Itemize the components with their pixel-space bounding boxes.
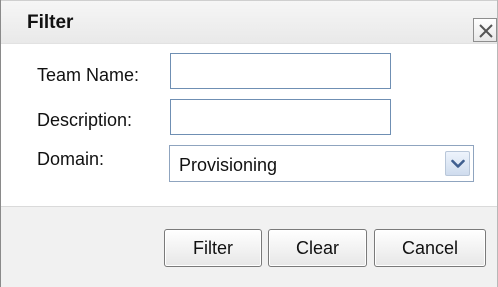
- dialog-title: Filter: [27, 12, 74, 33]
- domain-label: Domain:: [37, 149, 105, 169]
- description-input[interactable]: [170, 99, 391, 135]
- filter-dialog: Filter Team Name: Description: Domain: P…: [0, 0, 498, 287]
- filter-button[interactable]: Filter: [164, 229, 262, 267]
- clear-button[interactable]: Clear: [268, 229, 367, 267]
- close-button[interactable]: [473, 18, 497, 42]
- close-icon: [479, 24, 493, 38]
- domain-dropdown-button[interactable]: [445, 151, 470, 176]
- dialog-footer: Filter Clear Cancel: [1, 206, 497, 287]
- domain-select[interactable]: Provisioning: [169, 145, 474, 182]
- team-name-input[interactable]: [170, 53, 391, 89]
- cancel-button[interactable]: Cancel: [374, 229, 486, 267]
- team-name-label: Team Name:: [37, 65, 140, 85]
- description-label: Description:: [37, 110, 133, 130]
- dialog-title-bar[interactable]: Filter: [1, 0, 497, 44]
- domain-selected-value: Provisioning: [179, 155, 278, 175]
- chevron-down-icon: [451, 159, 465, 168]
- filter-form: Team Name: Description: Domain: Provisio…: [1, 44, 497, 206]
